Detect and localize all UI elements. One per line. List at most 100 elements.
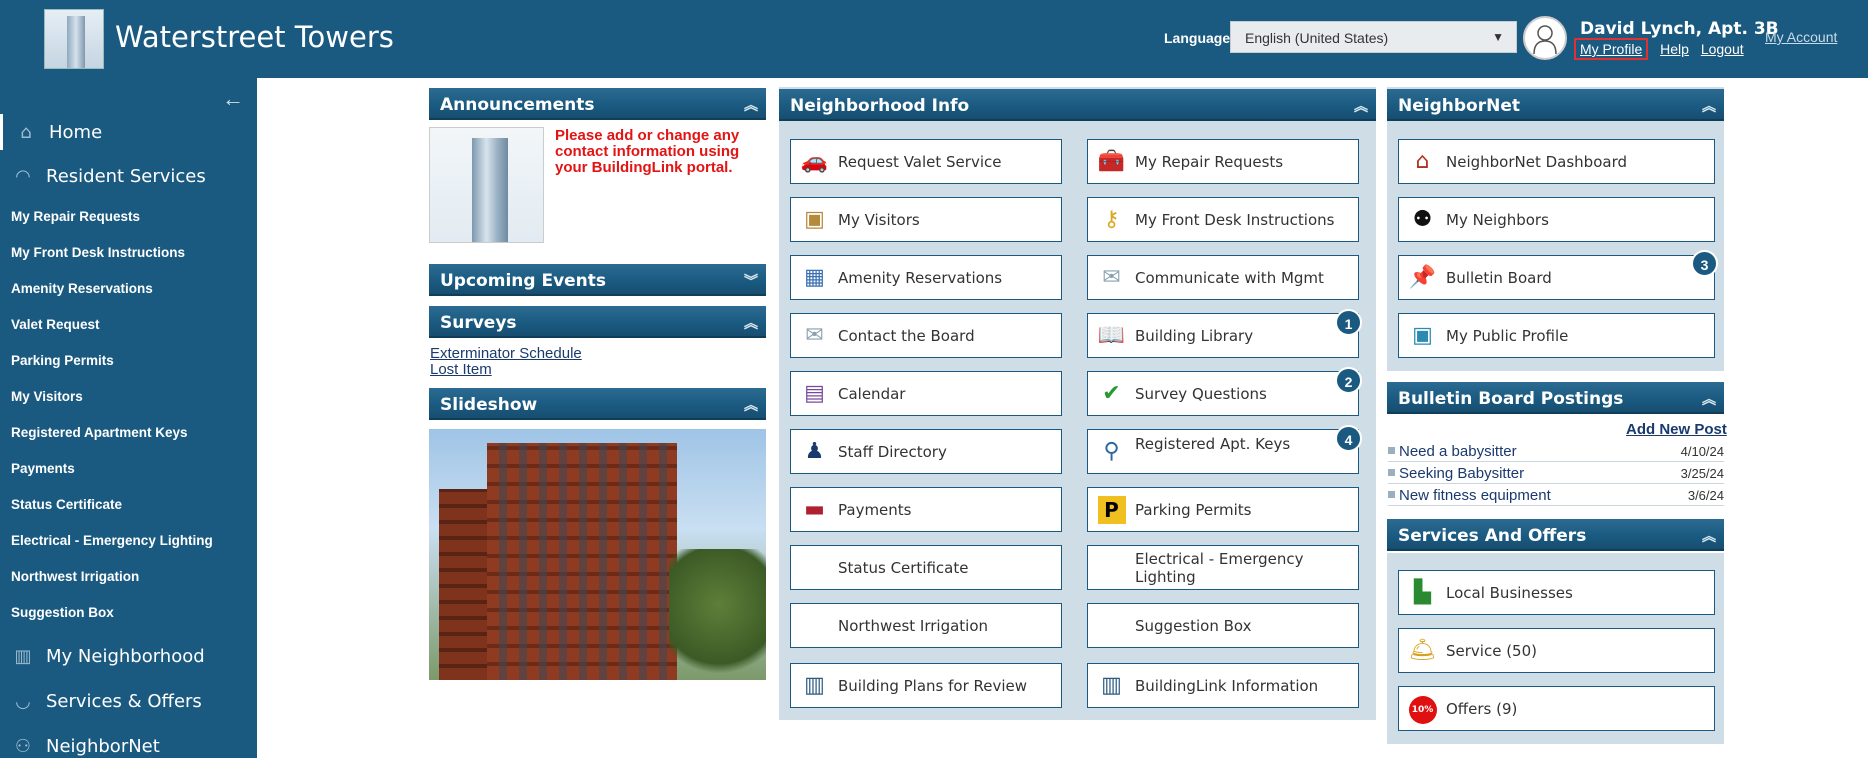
- panel-title: Surveys: [440, 313, 517, 333]
- list-item[interactable]: Seeking Babysitter 3/25/24: [1388, 463, 1724, 484]
- tile-calendar[interactable]: ▤ Calendar: [790, 371, 1062, 416]
- tile-staff-directory[interactable]: ♟ Staff Directory: [790, 429, 1062, 474]
- user-name: David Lynch, Apt. 3B: [1580, 19, 1779, 39]
- package-icon: ▣: [804, 207, 825, 232]
- collapse-chevron-icon[interactable]: ︽: [1702, 526, 1716, 546]
- tile-contact-board[interactable]: ✉ Contact the Board: [790, 313, 1062, 358]
- sidebar-item-status[interactable]: Status Certificate: [11, 497, 122, 512]
- brand-title[interactable]: Waterstreet Towers: [115, 20, 394, 54]
- dog-key-icon: ⚲: [1103, 439, 1120, 464]
- tile-my-neighbors[interactable]: ⚉ My Neighbors: [1398, 197, 1715, 242]
- tile-registered-keys[interactable]: ⚲ Registered Apt. Keys: [1087, 429, 1359, 474]
- surveys-header[interactable]: Surveys ︽: [429, 306, 766, 338]
- tile-public-profile[interactable]: ▣ My Public Profile: [1398, 313, 1715, 358]
- service-bell-icon: 🛎: [1408, 638, 1437, 663]
- credit-card-icon: ▬: [804, 497, 825, 522]
- tile-building-library[interactable]: 📖 Building Library: [1087, 313, 1359, 358]
- tile-bulletin-board[interactable]: 📌 Bulletin Board: [1398, 255, 1715, 300]
- tile-building-plans[interactable]: ▥ Building Plans for Review: [790, 663, 1062, 708]
- neighborhood-info-header[interactable]: Neighborhood Info ︽: [779, 89, 1376, 121]
- tile-suggestion-box[interactable]: Suggestion Box: [1087, 603, 1359, 648]
- tile-status-certificate[interactable]: Status Certificate: [790, 545, 1062, 590]
- sidebar-item-payments[interactable]: Payments: [11, 461, 75, 476]
- tile-service[interactable]: 🛎 Service (50): [1398, 628, 1715, 673]
- collapse-chevron-icon[interactable]: ︽: [744, 395, 758, 415]
- announcement-image: [429, 127, 544, 243]
- tile-communicate-mgmt[interactable]: ✉ Communicate with Mgmt: [1087, 255, 1359, 300]
- sidebar-item-parking[interactable]: Parking Permits: [11, 353, 114, 368]
- tile-parking-permits[interactable]: P Parking Permits: [1087, 487, 1359, 532]
- calendar-icon: ▤: [804, 381, 825, 406]
- sidebar-item-front-desk[interactable]: My Front Desk Instructions: [11, 245, 185, 260]
- sidebar-item-home[interactable]: ⌂ Home: [0, 114, 102, 150]
- upcoming-events-header[interactable]: Upcoming Events ︾: [429, 264, 766, 296]
- panel-title: Slideshow: [440, 395, 538, 415]
- bulletin-postings-header[interactable]: Bulletin Board Postings ︽: [1387, 382, 1724, 414]
- survey-link-lost-item[interactable]: Lost Item: [430, 361, 492, 378]
- checkmark-icon: ✔: [1102, 381, 1121, 406]
- collapse-chevron-icon[interactable]: ︽: [744, 313, 758, 333]
- sidebar-item-visitors[interactable]: My Visitors: [11, 389, 83, 404]
- sidebar-item-repair-requests[interactable]: My Repair Requests: [11, 209, 140, 224]
- language-select[interactable]: English (United States) ▼: [1230, 21, 1517, 53]
- neighbornet-header[interactable]: NeighborNet ︽: [1387, 89, 1724, 121]
- expand-chevron-icon[interactable]: ︾: [744, 271, 758, 291]
- tile-local-businesses[interactable]: ▙ Local Businesses: [1398, 570, 1715, 615]
- sidebar-item-suggestion[interactable]: Suggestion Box: [11, 605, 114, 620]
- building-logo[interactable]: [44, 9, 104, 69]
- discount-tag-icon: 10%: [1399, 693, 1446, 724]
- tile-northwest-irrigation[interactable]: Northwest Irrigation: [790, 603, 1062, 648]
- language-label: Language:: [1164, 30, 1235, 46]
- sidebar-item-neighbornet[interactable]: ⚇ NeighborNet: [0, 728, 160, 764]
- dropdown-arrow-icon: ▼: [1492, 30, 1504, 44]
- key-icon: ⚷: [1103, 207, 1120, 232]
- user-links: My Profile Help Logout: [1574, 38, 1752, 60]
- tile-front-desk-instructions[interactable]: ⚷ My Front Desk Instructions: [1087, 197, 1359, 242]
- sidebar-item-electrical[interactable]: Electrical - Emergency Lighting: [11, 533, 213, 548]
- sidebar-item-valet[interactable]: Valet Request: [11, 317, 100, 332]
- tile-offers[interactable]: 10% Offers (9): [1398, 686, 1715, 731]
- tile-payments[interactable]: ▬ Payments: [790, 487, 1062, 532]
- help-link[interactable]: Help: [1660, 41, 1689, 57]
- slideshow-header[interactable]: Slideshow ︽: [429, 388, 766, 420]
- my-account-link[interactable]: My Account: [1765, 29, 1837, 45]
- user-avatar[interactable]: [1523, 16, 1567, 60]
- car-icon: 🚗: [800, 149, 829, 174]
- binder-icon: ▥: [804, 673, 825, 698]
- sidebar-item-irrigation[interactable]: Northwest Irrigation: [11, 569, 139, 584]
- tile-survey-questions[interactable]: ✔ Survey Questions: [1087, 371, 1359, 416]
- sidebar-item-my-neighborhood[interactable]: ▥ My Neighborhood: [0, 638, 204, 674]
- tile-amenity[interactable]: ▦ Amenity Reservations: [790, 255, 1062, 300]
- survey-link-exterminator[interactable]: Exterminator Schedule: [430, 345, 582, 362]
- tile-my-visitors[interactable]: ▣ My Visitors: [790, 197, 1062, 242]
- sidebar-item-amenity[interactable]: Amenity Reservations: [11, 281, 153, 296]
- tile-electrical-emergency[interactable]: Electrical - Emergency Lighting: [1087, 545, 1359, 590]
- slideshow-image[interactable]: [429, 429, 766, 680]
- my-profile-link[interactable]: My Profile: [1574, 38, 1649, 60]
- sidebar-item-keys[interactable]: Registered Apartment Keys: [11, 425, 188, 440]
- sidebar-item-resident-services[interactable]: ◠ Resident Services: [0, 158, 206, 194]
- collapse-chevron-icon[interactable]: ︽: [1354, 96, 1368, 116]
- services-offers-header[interactable]: Services And Offers ︽: [1387, 519, 1724, 551]
- add-new-post-link[interactable]: Add New Post: [1626, 421, 1727, 438]
- collapse-arrow-icon[interactable]: ←: [222, 86, 244, 112]
- sidebar-item-label: Home: [49, 121, 103, 143]
- sidebar-item-services-offers[interactable]: ◡ Services & Offers: [0, 683, 202, 719]
- list-item[interactable]: New fitness equipment 3/6/24: [1388, 485, 1724, 506]
- logout-link[interactable]: Logout: [1701, 41, 1744, 57]
- tile-my-repair-requests[interactable]: 🧰 My Repair Requests: [1087, 139, 1359, 184]
- collapse-chevron-icon[interactable]: ︽: [744, 95, 758, 115]
- pushpin-icon: 📌: [1408, 265, 1437, 290]
- collapse-chevron-icon[interactable]: ︽: [1702, 96, 1716, 116]
- sidebar: ← ⌂ Home ◠ Resident Services My Repair R…: [0, 78, 257, 758]
- announcements-header[interactable]: Announcements ︽: [429, 88, 766, 120]
- collapse-chevron-icon[interactable]: ︽: [1702, 389, 1716, 409]
- staff-icon: ♟: [804, 439, 825, 464]
- tile-neighbornet-dashboard[interactable]: ⌂ NeighborNet Dashboard: [1398, 139, 1715, 184]
- tile-buildinglink-info[interactable]: ▥ BuildingLink Information: [1087, 663, 1359, 708]
- badge-registered-keys: 4: [1335, 425, 1362, 452]
- tile-request-valet[interactable]: 🚗 Request Valet Service: [790, 139, 1062, 184]
- language-value: English (United States): [1245, 30, 1389, 46]
- badge-bulletin-board: 3: [1691, 250, 1718, 277]
- list-item[interactable]: Need a babysitter 4/10/24: [1388, 441, 1724, 462]
